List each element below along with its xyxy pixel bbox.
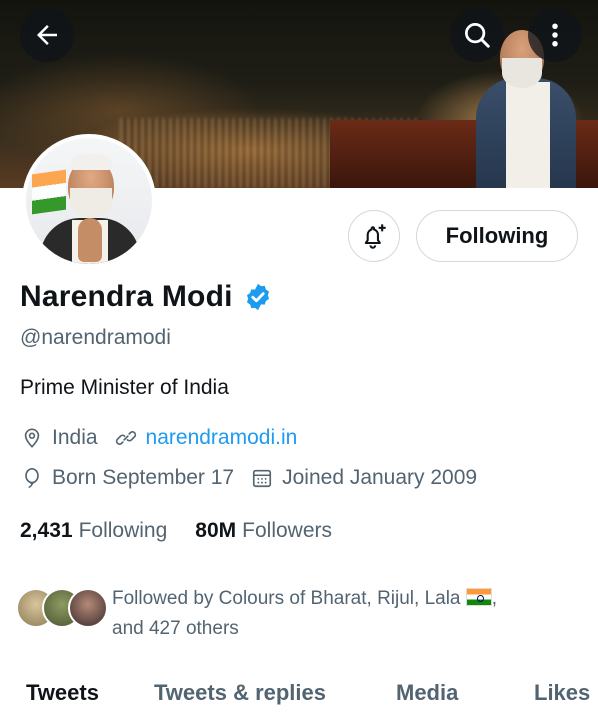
profile-avatar[interactable] [22, 134, 156, 268]
profile-name-row: Narendra Modi [20, 280, 273, 314]
followed-by-line1: Followed by Colours of Bharat, Rijul, La… [112, 588, 461, 609]
following-count-link[interactable]: 2,431 Following [20, 519, 167, 543]
back-button[interactable] [20, 8, 74, 62]
profile-location: India [52, 426, 98, 449]
profile-meta-location-row: India narendramodi.in [20, 426, 297, 450]
location-pin-icon [20, 426, 44, 450]
followers-count-link[interactable]: 80M Followers [195, 519, 332, 543]
more-vertical-icon [552, 23, 558, 47]
link-icon [114, 426, 138, 450]
search-icon [465, 23, 490, 48]
notifications-toggle-button[interactable] [348, 210, 400, 262]
profile-birthday: Born September 17 [52, 466, 235, 489]
india-flag-icon [465, 588, 492, 606]
following-count-label: Following [78, 519, 168, 542]
profile-name: Narendra Modi [20, 280, 233, 313]
follower-avatar [68, 588, 108, 628]
follow-counts: 2,431 Following 80M Followers [20, 519, 332, 543]
followed-by-line1-suffix: , [491, 588, 498, 609]
tab-media[interactable]: Media [396, 680, 458, 706]
following-button[interactable]: Following [416, 210, 578, 262]
followed-by-text[interactable]: Followed by Colours of Bharat, Rijul, La… [112, 584, 582, 644]
profile-meta-dates-row: Born September 17 Joined January 2009 [20, 466, 477, 490]
search-button[interactable] [450, 8, 504, 62]
profile-website-link[interactable]: narendramodi.in [146, 426, 298, 450]
followers-count: 80M [195, 519, 237, 542]
more-button[interactable] [528, 8, 582, 62]
profile-joined-date: Joined January 2009 [282, 466, 478, 489]
profile-bio: Prime Minister of India [20, 376, 229, 399]
tab-tweets[interactable]: Tweets [26, 680, 99, 706]
tab-likes[interactable]: Likes [534, 680, 590, 706]
tab-tweets-replies[interactable]: Tweets & replies [154, 680, 326, 706]
verified-badge-icon[interactable] [243, 282, 273, 312]
balloon-icon [20, 466, 44, 490]
arrow-left-icon [37, 25, 57, 45]
followed-by-avatars[interactable] [16, 588, 108, 632]
followed-by-line2: and 427 others [112, 618, 239, 639]
profile-handle: @narendramodi [20, 326, 171, 349]
profile-tabs: Tweets Tweets & replies Media Likes [0, 670, 598, 720]
followers-count-label: Followers [242, 519, 332, 542]
bell-plus-icon [364, 224, 386, 249]
calendar-icon [250, 466, 274, 490]
following-count: 2,431 [20, 519, 73, 542]
